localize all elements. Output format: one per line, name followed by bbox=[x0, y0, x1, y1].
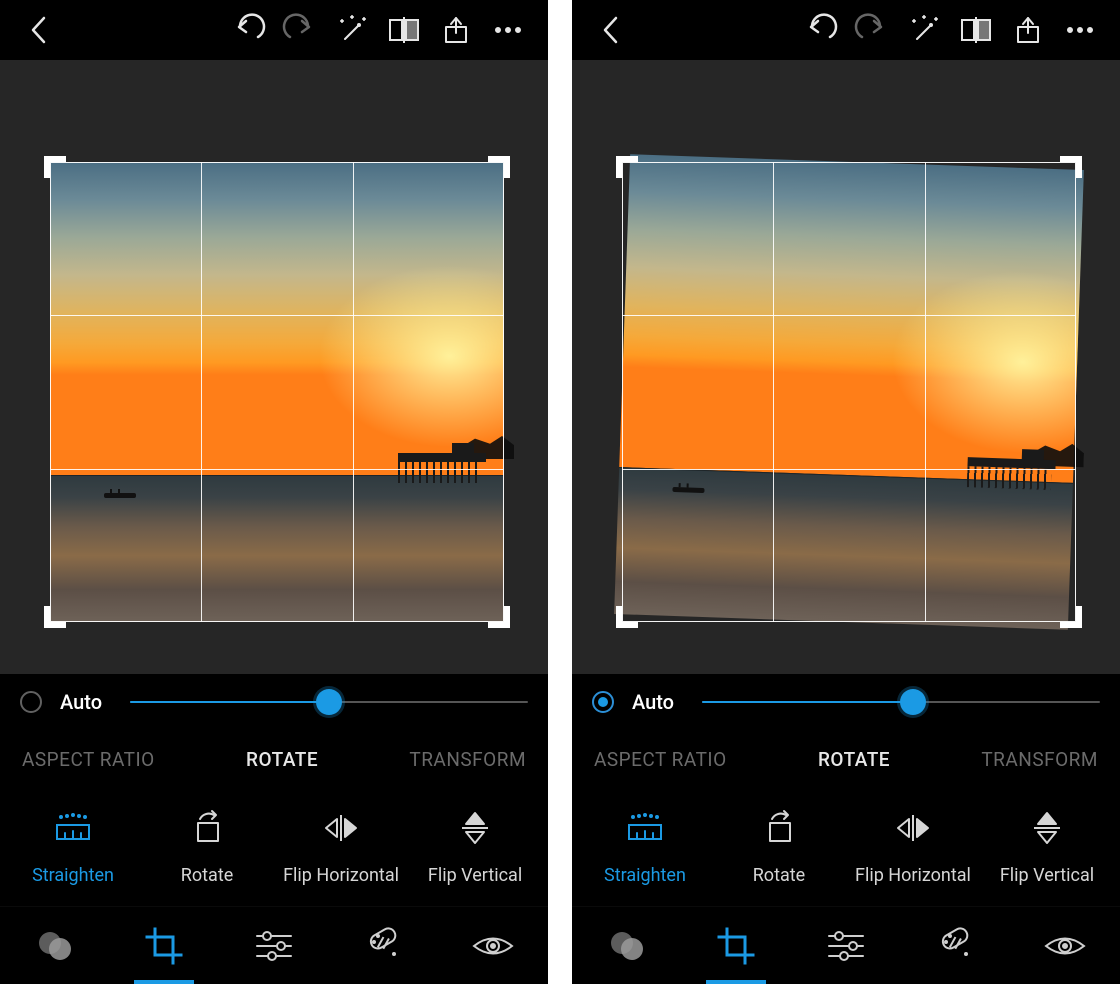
tool-rotate[interactable]: Rotate bbox=[140, 809, 274, 886]
auto-toggle[interactable] bbox=[20, 691, 42, 713]
tool-rotate-icon bbox=[762, 809, 796, 847]
tab-transform[interactable]: TRANSFORM bbox=[981, 748, 1098, 771]
tab-aspect-ratio[interactable]: ASPECT RATIO bbox=[22, 748, 155, 771]
back-button[interactable] bbox=[20, 10, 60, 50]
undo-button[interactable] bbox=[800, 10, 840, 50]
bottom-nav bbox=[0, 906, 548, 984]
canvas-area[interactable] bbox=[0, 60, 548, 674]
auto-toggle[interactable] bbox=[592, 691, 614, 713]
nav-crop[interactable] bbox=[710, 918, 762, 974]
nav-crop[interactable] bbox=[138, 918, 190, 974]
straighten-slider[interactable] bbox=[702, 690, 1100, 714]
undo-button[interactable] bbox=[228, 10, 268, 50]
tool-straighten-icon bbox=[51, 809, 95, 847]
redo-button[interactable] bbox=[280, 10, 320, 50]
photo bbox=[50, 162, 504, 622]
tab-rotate[interactable]: ROTATE bbox=[818, 748, 890, 771]
compare-button[interactable] bbox=[956, 10, 996, 50]
auto-enhance-button[interactable] bbox=[332, 10, 372, 50]
tool-flip-vertical[interactable]: Flip Vertical bbox=[408, 809, 542, 886]
tool-straighten[interactable]: Straighten bbox=[6, 809, 140, 886]
nav-redeye[interactable] bbox=[1039, 918, 1091, 974]
rotate-tools-row: Straighten Rotate Flip Horizontal Flip Vert… bbox=[572, 788, 1120, 906]
nav-redeye[interactable] bbox=[467, 918, 519, 974]
top-toolbar bbox=[0, 0, 548, 60]
tool-flip-horizontal-label: Flip Horizontal bbox=[283, 865, 399, 886]
tool-rotate-label: Rotate bbox=[753, 865, 805, 886]
auto-label: Auto bbox=[60, 690, 102, 714]
share-button[interactable] bbox=[1008, 10, 1048, 50]
tool-rotate[interactable]: Rotate bbox=[712, 809, 846, 886]
canvas-area[interactable] bbox=[572, 60, 1120, 674]
share-button[interactable] bbox=[436, 10, 476, 50]
nav-filters[interactable] bbox=[29, 918, 81, 974]
nav-filters[interactable] bbox=[601, 918, 653, 974]
auto-enhance-button[interactable] bbox=[904, 10, 944, 50]
crop-tabs: ASPECT RATIO ROTATE TRANSFORM bbox=[572, 730, 1120, 788]
rotate-tools-row: Straighten Rotate Flip Horizontal Flip Vert… bbox=[0, 788, 548, 906]
tool-rotate-label: Rotate bbox=[181, 865, 233, 886]
tool-flip-vertical-icon bbox=[1032, 809, 1062, 847]
tool-flip-vertical-label: Flip Vertical bbox=[428, 865, 522, 886]
nav-heal[interactable] bbox=[358, 918, 410, 974]
more-button[interactable] bbox=[1060, 10, 1100, 50]
nav-adjust[interactable] bbox=[820, 918, 872, 974]
slider-thumb[interactable] bbox=[900, 689, 926, 715]
tool-flip-horizontal-icon bbox=[895, 809, 931, 847]
tab-transform[interactable]: TRANSFORM bbox=[409, 748, 526, 771]
tool-flip-horizontal[interactable]: Flip Horizontal bbox=[846, 809, 980, 886]
tool-straighten[interactable]: Straighten bbox=[578, 809, 712, 886]
auto-row: Auto bbox=[572, 674, 1120, 730]
bottom-nav bbox=[572, 906, 1120, 984]
tool-flip-vertical-label: Flip Vertical bbox=[1000, 865, 1094, 886]
tool-flip-vertical-icon bbox=[460, 809, 490, 847]
tool-flip-vertical[interactable]: Flip Vertical bbox=[980, 809, 1114, 886]
tool-flip-horizontal-label: Flip Horizontal bbox=[855, 865, 971, 886]
nav-heal[interactable] bbox=[930, 918, 982, 974]
tool-flip-horizontal-icon bbox=[323, 809, 359, 847]
tool-straighten-icon bbox=[623, 809, 667, 847]
tool-straighten-label: Straighten bbox=[604, 865, 686, 886]
editor-panel-right: Auto ASPECT RATIO ROTATE TRANSFORM Straighte… bbox=[572, 0, 1120, 984]
slider-thumb[interactable] bbox=[316, 689, 342, 715]
auto-row: Auto bbox=[0, 674, 548, 730]
tool-straighten-label: Straighten bbox=[32, 865, 114, 886]
back-button[interactable] bbox=[592, 10, 632, 50]
auto-label: Auto bbox=[632, 690, 674, 714]
panel-divider bbox=[554, 0, 566, 984]
more-button[interactable] bbox=[488, 10, 528, 50]
straighten-slider[interactable] bbox=[130, 690, 528, 714]
crop-tabs: ASPECT RATIO ROTATE TRANSFORM bbox=[0, 730, 548, 788]
top-toolbar bbox=[572, 0, 1120, 60]
editor-panel-left: Auto ASPECT RATIO ROTATE TRANSFORM Straighte… bbox=[0, 0, 548, 984]
tool-flip-horizontal[interactable]: Flip Horizontal bbox=[274, 809, 408, 886]
compare-button[interactable] bbox=[384, 10, 424, 50]
photo bbox=[614, 154, 1084, 630]
tab-rotate[interactable]: ROTATE bbox=[246, 748, 318, 771]
nav-adjust[interactable] bbox=[248, 918, 300, 974]
redo-button[interactable] bbox=[852, 10, 892, 50]
tool-rotate-icon bbox=[190, 809, 224, 847]
tab-aspect-ratio[interactable]: ASPECT RATIO bbox=[594, 748, 727, 771]
